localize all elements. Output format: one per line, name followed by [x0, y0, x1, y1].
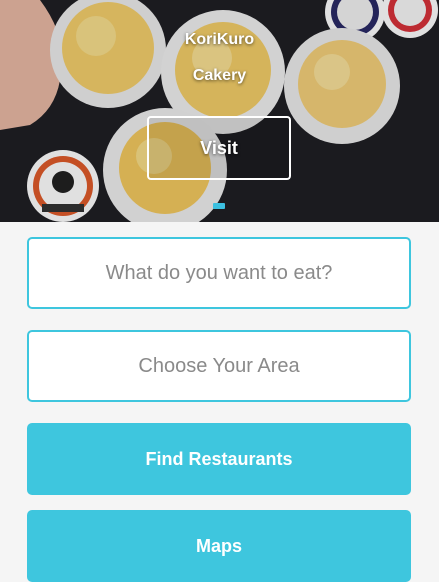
area-select-field[interactable]: Choose Your Area: [27, 330, 411, 402]
food-search-field[interactable]: What do you want to eat?: [27, 237, 411, 309]
hero-title-line2: Cakery: [192, 67, 247, 84]
find-restaurants-button[interactable]: Find Restaurants: [27, 423, 411, 495]
carousel-indicator[interactable]: [213, 203, 225, 209]
hero-banner[interactable]: KoriKuro Cakery Visit: [0, 0, 439, 222]
visit-button[interactable]: Visit: [147, 116, 291, 180]
maps-button[interactable]: Maps: [27, 510, 411, 582]
hero-title-line1: KoriKuro: [184, 31, 255, 48]
